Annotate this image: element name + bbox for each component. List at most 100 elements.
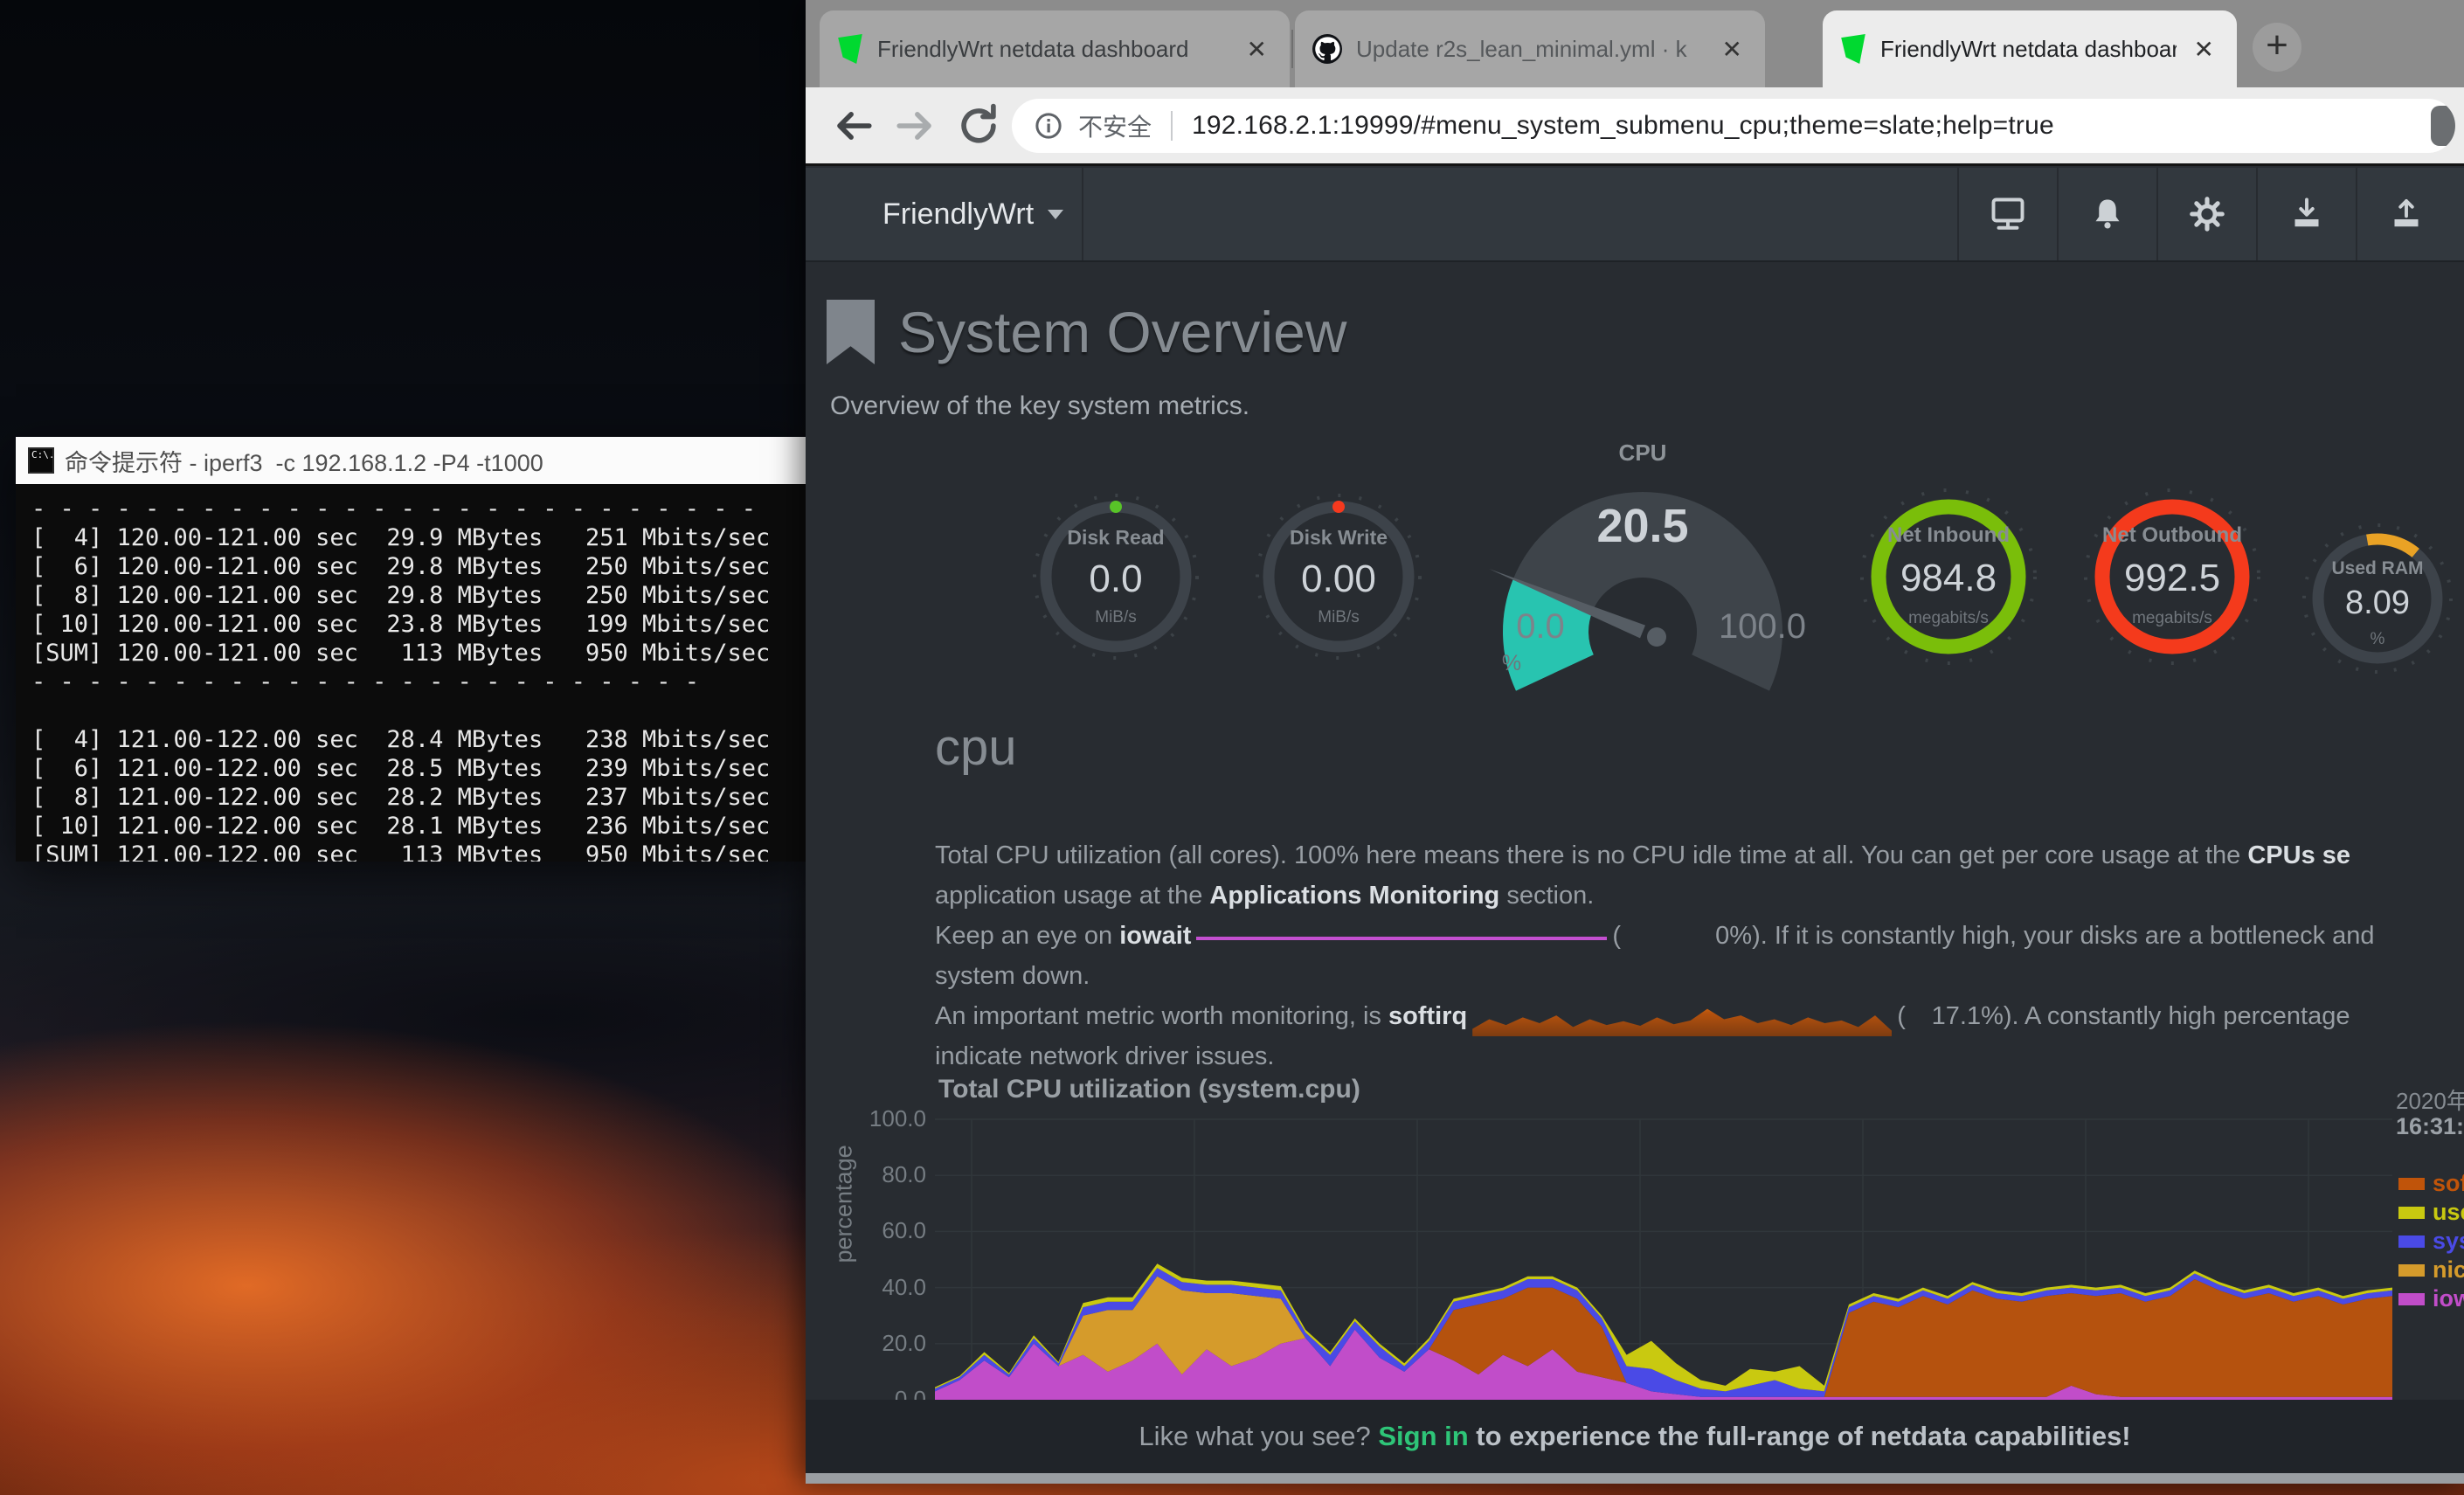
tab-github[interactable]: Update r2s_lean_minimal.yml · k ✕ <box>1295 10 1765 87</box>
export-button[interactable] <box>2356 168 2455 260</box>
gauge-min: 0.0 <box>1492 607 1588 647</box>
gauge-label: Used RAM <box>2299 558 2456 579</box>
bell-icon <box>2087 193 2128 235</box>
github-icon <box>1312 34 1342 64</box>
tab-title: FriendlyWrt netdata dashboard <box>877 36 1229 63</box>
description-line: Total CPU utilization (all cores). 100% … <box>935 835 2464 876</box>
desktop: C:\. 命令提示符 - iperf3 -c 192.168.1.2 -P4 -… <box>0 0 2464 1495</box>
banner-text-bold: to experience the full-range of netdata … <box>1469 1421 2131 1452</box>
gauge-unit: % <box>1485 651 1538 676</box>
tab-strip: FriendlyWrt netdata dashboard ✕ Update r… <box>806 0 2464 87</box>
legend-label: soft <box>2433 1170 2464 1197</box>
gauge-label: Disk Read <box>1028 526 1203 550</box>
page-subtitle: Overview of the key system metrics. <box>830 391 1249 421</box>
legend-swatch <box>2398 1264 2425 1277</box>
gauge-net-outbound[interactable]: Net Outbound 992.5 megabits/s <box>2080 485 2264 668</box>
gauge-used-ram[interactable]: Used RAM 8.09 % <box>2299 520 2456 677</box>
tab-netdata-2-active[interactable]: FriendlyWrt netdata dashboard ✕ <box>1823 10 2237 87</box>
gauge-unit: MiB/s <box>1251 608 1426 627</box>
tab-close-icon[interactable]: ✕ <box>2189 35 2219 64</box>
legend-swatch <box>2398 1207 2425 1219</box>
tab-title: FriendlyWrt netdata dashboard <box>1880 36 2177 63</box>
sign-in-link[interactable]: Sign in <box>1378 1421 1468 1452</box>
gauge-unit: megabits/s <box>2080 609 2264 628</box>
gauge-label: Disk Write <box>1251 526 1426 550</box>
gauge-disk-write[interactable]: Disk Write 0.00 MiB/s <box>1251 489 1426 664</box>
gear-icon <box>2186 193 2228 235</box>
gauge-net-inbound[interactable]: Net Inbound 984.8 megabits/s <box>1857 485 2040 668</box>
new-tab-button[interactable]: + <box>2253 23 2301 72</box>
tab-divider <box>1291 30 1293 68</box>
host-dropdown[interactable]: FriendlyWrt <box>806 168 1083 260</box>
security-label[interactable]: 不安全 <box>1078 108 1152 143</box>
terminal-text: - - - - - - - - - - - - - - - - - - - - … <box>16 484 806 862</box>
gauge-value: 8.09 <box>2299 585 2456 622</box>
gauge-arc <box>2367 539 2416 553</box>
info-icon[interactable] <box>1031 108 1066 143</box>
description-line: An important metric worth monitoring, is… <box>935 996 2464 1036</box>
description-line: application usage at the Applications Mo… <box>935 876 2464 916</box>
legend-swatch <box>2398 1178 2425 1190</box>
description-line: indicate network driver issues. <box>935 1036 2464 1076</box>
legend-item[interactable]: soft <box>2398 1169 2464 1198</box>
url-text[interactable]: 192.168.2.1:19999/#menu_system_submenu_c… <box>1192 111 2054 141</box>
netdata-icon <box>1840 34 1866 64</box>
download-icon <box>2286 193 2328 235</box>
status-dot <box>1110 501 1122 513</box>
monitor-icon <box>1987 193 2029 235</box>
legend-item[interactable]: nice <box>2398 1256 2464 1284</box>
gauge-unit: % <box>2299 630 2456 649</box>
cmd-icon: C:\. <box>28 447 54 474</box>
tab-title: Update r2s_lean_minimal.yml · k <box>1356 36 1705 63</box>
signin-banner: Like what you see? Sign in to experience… <box>806 1400 2464 1473</box>
chart-legend: softusesysniceiow <box>2398 1169 2464 1313</box>
legend-swatch <box>2398 1235 2425 1248</box>
legend-label: nice <box>2433 1256 2464 1284</box>
terminal-titlebar[interactable]: C:\. 命令提示符 - iperf3 -c 192.168.1.2 -P4 -… <box>16 437 806 484</box>
legend-item[interactable]: sys <box>2398 1227 2464 1256</box>
back-icon[interactable] <box>827 100 879 152</box>
chart-timestamp-time: 16:31:2 <box>2396 1113 2464 1140</box>
chevron-down-icon <box>1048 210 1063 219</box>
netdata-icon <box>837 34 863 64</box>
gauge-value: 984.8 <box>1857 557 2040 600</box>
description-line: system down. <box>935 956 2464 996</box>
settings-button[interactable] <box>2156 168 2256 260</box>
gauge-value: 992.5 <box>2080 557 2264 600</box>
banner-text: Like what you see? <box>1139 1421 1378 1452</box>
terminal-output: - - - - - - - - - - - - - - - - - - - - … <box>16 484 806 862</box>
gauge-unit: megabits/s <box>1857 609 2040 628</box>
forward-icon[interactable] <box>889 100 942 152</box>
status-dot <box>1332 501 1345 513</box>
cpu-chart[interactable] <box>935 1119 2392 1400</box>
gauge-value: 0.00 <box>1251 557 1426 601</box>
tab-close-icon[interactable]: ✕ <box>1717 35 1748 64</box>
host-name: FriendlyWrt <box>882 197 1034 232</box>
omnibox-divider <box>1171 111 1173 141</box>
import-button[interactable] <box>2256 168 2356 260</box>
chart-timestamp-date: 2020年3 <box>2396 1083 2464 1116</box>
legend-item[interactable]: iow <box>2398 1284 2464 1313</box>
gauge-cpu[interactable]: CPU 20.5 0.0 100.0 % <box>1485 422 1800 710</box>
reload-icon[interactable] <box>952 100 1005 152</box>
section-heading-cpu: cpu <box>935 718 1017 777</box>
horizontal-scrollbar[interactable] <box>806 1473 2464 1484</box>
gauge-max: 100.0 <box>1706 607 1819 647</box>
omnibox-right-icon[interactable] <box>2431 106 2455 146</box>
gauge-value: 0.0 <box>1028 557 1203 601</box>
tab-close-icon[interactable]: ✕ <box>1242 35 1272 64</box>
alarms-button[interactable] <box>2057 168 2156 260</box>
browser-window: FriendlyWrt netdata dashboard ✕ Update r… <box>806 0 2464 1484</box>
terminal-title: 命令提示符 - iperf3 -c 192.168.1.2 -P4 -t1000 <box>65 444 543 478</box>
print-dashboard-button[interactable] <box>1957 168 2057 260</box>
cpu-description: Total CPU utilization (all cores). 100% … <box>935 835 2464 1076</box>
legend-label: use <box>2433 1199 2464 1226</box>
tab-netdata-1[interactable]: FriendlyWrt netdata dashboard ✕ <box>820 10 1290 87</box>
netdata-topbar: FriendlyWrt <box>806 168 2464 262</box>
legend-item[interactable]: use <box>2398 1198 2464 1227</box>
url-bar[interactable]: 不安全 192.168.2.1:19999/#menu_system_subme… <box>1012 99 2455 153</box>
gauge-label: Net Outbound <box>2080 523 2264 548</box>
chart-title: Total CPU utilization (system.cpu) <box>938 1075 1360 1104</box>
gauge-disk-read[interactable]: Disk Read 0.0 MiB/s <box>1028 489 1203 664</box>
legend-label: sys <box>2433 1228 2464 1255</box>
